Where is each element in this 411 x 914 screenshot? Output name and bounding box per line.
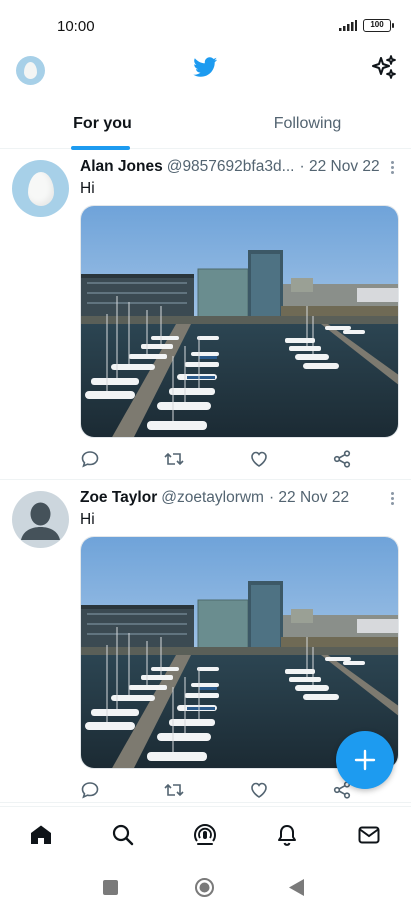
tweet-author-name[interactable]: Zoe Taylor (80, 489, 157, 507)
tweet-header: Zoe Taylor @zoetaylorwm · 22 Nov 22 (80, 489, 383, 507)
like-icon[interactable] (249, 780, 269, 800)
tweet-author-handle[interactable]: @9857692bfa3d... (167, 158, 295, 176)
tweet-date: · 22 Nov 22 (299, 158, 380, 175)
compose-tweet-button[interactable] (336, 731, 394, 789)
nav-home[interactable] (28, 822, 54, 848)
retweet-icon[interactable] (163, 780, 185, 800)
spaces-icon (194, 824, 216, 845)
egg-avatar-icon (24, 62, 37, 79)
status-bar: 10:00 100 (0, 0, 411, 52)
sparkle-icon[interactable] (371, 54, 397, 80)
retweet-icon[interactable] (163, 449, 185, 469)
tab-following[interactable]: Following (205, 102, 410, 149)
recents-button[interactable] (103, 880, 118, 900)
tweet-date: · 22 Nov 22 (268, 489, 350, 506)
like-icon[interactable] (249, 449, 269, 469)
person-silhouette-icon (21, 502, 60, 540)
signal-icon (339, 20, 357, 31)
tweet-text: Hi (80, 180, 95, 197)
tab-for-you-label: For you (73, 115, 132, 132)
tweet-media-image[interactable] (80, 205, 399, 438)
nav-spaces[interactable] (192, 822, 218, 848)
tab-following-label: Following (273, 115, 342, 132)
status-icons: 100 (339, 19, 394, 32)
tweet-actions (80, 448, 352, 470)
tweet[interactable]: Alan Jones @9857692bfa3d... · 22 Nov 22 … (0, 150, 411, 480)
tweet-text: Hi (80, 511, 95, 528)
back-button[interactable] (289, 879, 305, 901)
messages-icon (358, 826, 380, 844)
system-home-icon (195, 878, 214, 897)
home-button[interactable] (194, 877, 215, 903)
tweet-author-handle[interactable]: @zoetaylorwm (161, 489, 264, 507)
more-options-icon[interactable] (391, 492, 395, 507)
nav-messages[interactable] (356, 822, 382, 848)
home-icon (31, 825, 51, 844)
notifications-icon (278, 825, 296, 846)
reply-icon[interactable] (80, 449, 100, 469)
more-options-icon[interactable] (391, 161, 395, 176)
recents-icon (103, 880, 118, 895)
timeline-tabs: For you Following (0, 102, 411, 150)
nav-notifications[interactable] (274, 822, 300, 848)
bottom-navigation (0, 806, 411, 862)
battery-icon: 100 (363, 19, 394, 32)
tweet-actions (80, 779, 352, 801)
back-icon (289, 879, 304, 896)
tweet-header: Alan Jones @9857692bfa3d... · 22 Nov 22 (80, 158, 383, 176)
status-time: 10:00 (57, 18, 95, 35)
plus-icon (354, 749, 376, 771)
egg-avatar-icon (27, 171, 54, 206)
top-app-bar (0, 52, 411, 92)
system-navigation-bar (0, 862, 411, 914)
tab-for-you[interactable]: For you (0, 102, 205, 150)
reply-icon[interactable] (80, 780, 100, 800)
twitter-bird-icon[interactable] (192, 55, 219, 79)
nav-search[interactable] (110, 822, 136, 848)
share-icon[interactable] (332, 449, 352, 469)
egg-avatar[interactable] (12, 160, 69, 217)
default-person-avatar[interactable] (12, 491, 69, 548)
profile-avatar[interactable] (16, 56, 45, 85)
tweet-author-name[interactable]: Alan Jones (80, 158, 163, 176)
search-icon (112, 824, 134, 846)
